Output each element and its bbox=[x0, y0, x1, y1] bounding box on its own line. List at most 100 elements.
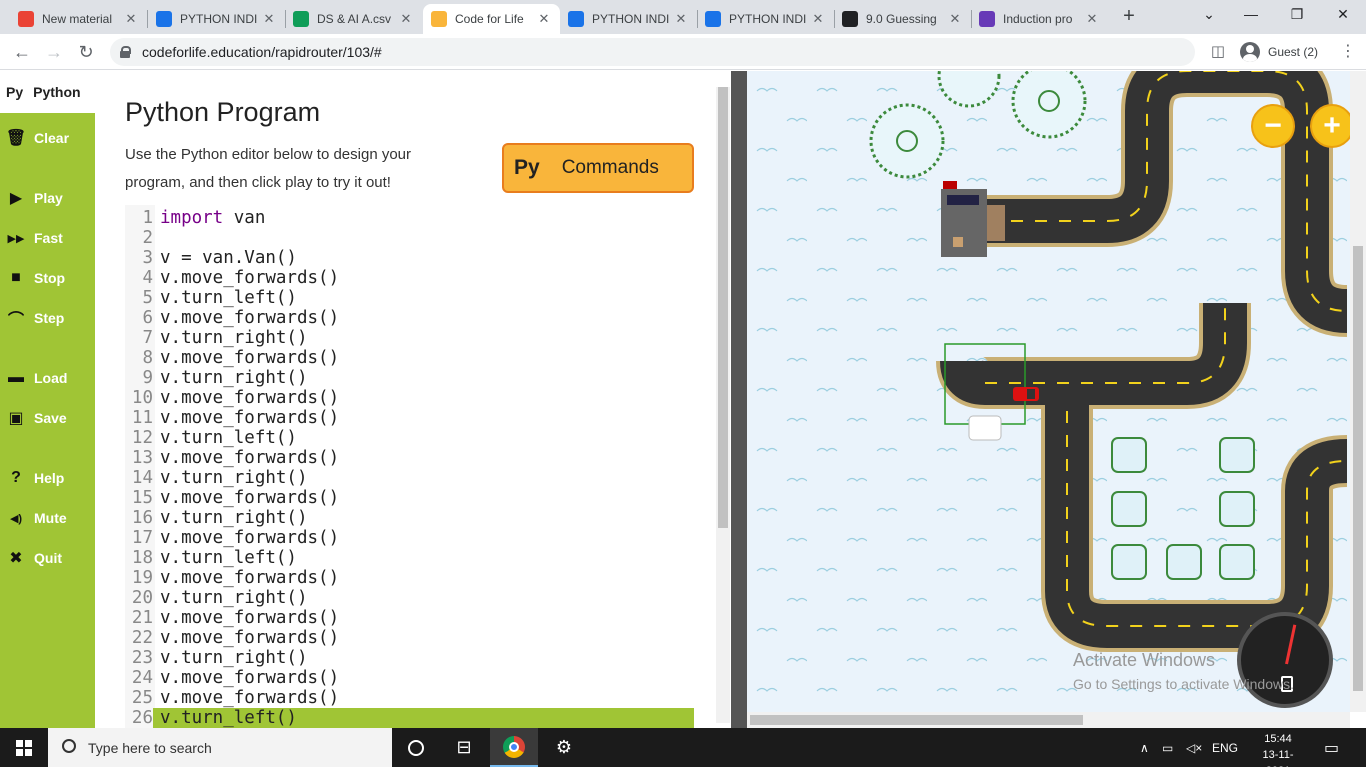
sidebar-item-label: Play bbox=[34, 190, 63, 206]
close-tab-icon[interactable]: ✕ bbox=[1084, 11, 1100, 27]
sidebar-item-save[interactable]: ▣ Save bbox=[6, 407, 67, 429]
code-line[interactable]: 17 v.move_forwards() bbox=[125, 528, 694, 548]
sidebar-item-fast[interactable]: ▶▶ Fast bbox=[6, 227, 63, 249]
reload-icon[interactable]: ↻ bbox=[74, 40, 98, 64]
code-line[interactable]: 19 v.move_forwards() bbox=[125, 568, 694, 588]
browser-tab[interactable]: PYTHON INDI ✕ bbox=[148, 4, 285, 34]
browser-tab[interactable]: 9.0 Guessing ✕ bbox=[834, 4, 971, 34]
close-window-icon[interactable]: ✕ bbox=[1320, 0, 1366, 30]
code-line[interactable]: 22 v.move_forwards() bbox=[125, 628, 694, 648]
settings-gear-icon[interactable]: ⚙ bbox=[540, 728, 588, 767]
code-line[interactable]: 5 v.turn_left() bbox=[125, 288, 694, 308]
sidebar-item-label: Save bbox=[34, 410, 67, 426]
page-title: Python Program bbox=[125, 97, 321, 127]
zoom-in-button[interactable]: + bbox=[1310, 104, 1350, 148]
code-line[interactable]: 6 v.move_forwards() bbox=[125, 308, 694, 328]
address-bar[interactable]: codeforlife.education/rapidrouter/103/# bbox=[110, 38, 1195, 66]
code-line[interactable]: 1 import van bbox=[125, 208, 694, 228]
menu-icon[interactable]: ⋮ bbox=[1336, 40, 1360, 64]
commands-button[interactable]: Py Commands bbox=[502, 143, 694, 193]
new-tab-icon[interactable]: + bbox=[1118, 6, 1140, 28]
cortana-icon[interactable] bbox=[392, 728, 440, 767]
sidebar-item-load[interactable]: ▬ Load bbox=[6, 367, 67, 389]
code-line[interactable]: 4 v.move_forwards() bbox=[125, 268, 694, 288]
browser-tab[interactable]: New material ✕ bbox=[10, 4, 147, 34]
sidebar: Py Python 🗑 Clear ▶ Play ▶▶ Fast ■ Stop ⌒ Step ▬ Lo… bbox=[0, 71, 95, 728]
code-line[interactable]: 18 v.turn_left() bbox=[125, 548, 694, 568]
maximize-icon[interactable]: ❐ bbox=[1274, 0, 1320, 30]
back-arrow-icon[interactable]: ← bbox=[10, 40, 34, 64]
browser-tab[interactable]: Induction pro ✕ bbox=[971, 4, 1108, 34]
sidebar-item-step[interactable]: ⌒ Step bbox=[6, 307, 64, 329]
code-line[interactable]: 7 v.turn_right() bbox=[125, 328, 694, 348]
chrome-taskbar-icon[interactable] bbox=[490, 728, 538, 767]
forward-arrow-icon[interactable]: → bbox=[42, 40, 66, 64]
code-line[interactable]: 21 v.move_forwards() bbox=[125, 608, 694, 628]
close-tab-icon[interactable]: ✕ bbox=[261, 11, 277, 27]
close-tab-icon[interactable]: ✕ bbox=[947, 11, 963, 27]
panel-divider[interactable] bbox=[731, 71, 747, 728]
close-tab-icon[interactable]: ✕ bbox=[123, 11, 139, 27]
game-map[interactable]: − + bbox=[747, 71, 1350, 712]
reading-mode-icon[interactable]: ◫ bbox=[1206, 40, 1230, 64]
code-line[interactable]: 9 v.turn_right() bbox=[125, 368, 694, 388]
close-tab-icon[interactable]: ✕ bbox=[536, 11, 552, 27]
map-horizontal-scrollbar[interactable] bbox=[747, 712, 1350, 728]
code-text: v.turn_right() bbox=[160, 648, 308, 668]
profile-button[interactable]: Guest (2) bbox=[1236, 39, 1328, 65]
zoom-out-button[interactable]: − bbox=[1251, 104, 1295, 148]
activate-windows-title: Activate Windows bbox=[1073, 650, 1216, 670]
line-number: 5 bbox=[142, 288, 153, 308]
code-line[interactable]: 26 v.turn_left() bbox=[125, 708, 694, 728]
line-number: 6 bbox=[142, 308, 153, 328]
close-tab-icon[interactable]: ✕ bbox=[673, 11, 689, 27]
code-line[interactable]: 3 v = van.Van() bbox=[125, 248, 694, 268]
code-line[interactable]: 16 v.turn_right() bbox=[125, 508, 694, 528]
code-line[interactable]: 10 v.move_forwards() bbox=[125, 388, 694, 408]
map-vertical-scrollbar[interactable] bbox=[1350, 71, 1366, 712]
code-line[interactable]: 11 v.move_forwards() bbox=[125, 408, 694, 428]
taskbar-search-box[interactable]: Type here to search bbox=[48, 728, 392, 767]
notifications-icon[interactable]: ▭ bbox=[1324, 728, 1339, 767]
code-line[interactable]: 2 bbox=[125, 228, 694, 248]
editor-scrollbar[interactable] bbox=[716, 87, 730, 723]
code-line[interactable]: 13 v.move_forwards() bbox=[125, 448, 694, 468]
code-editor[interactable]: 1 import van 2 3 v = van.Van() 4 v.move_forwar… bbox=[125, 205, 694, 728]
sidebar-item-stop[interactable]: ■ Stop bbox=[6, 267, 65, 289]
browser-tab[interactable]: PYTHON INDI ✕ bbox=[697, 4, 834, 34]
language-tab[interactable]: Py Python bbox=[0, 71, 95, 113]
tray-chevron-icon[interactable]: ∧ bbox=[1140, 728, 1149, 767]
start-button[interactable] bbox=[0, 728, 48, 767]
close-tab-icon[interactable]: ✕ bbox=[810, 11, 826, 27]
code-line[interactable]: 15 v.move_forwards() bbox=[125, 488, 694, 508]
sidebar-item-quit[interactable]: ✖ Quit bbox=[6, 547, 62, 569]
close-tab-icon[interactable]: ✕ bbox=[398, 11, 414, 27]
map-horizontal-scrollbar-thumb[interactable] bbox=[750, 715, 1083, 725]
code-line[interactable]: 24 v.move_forwards() bbox=[125, 668, 694, 688]
map-vertical-scrollbar-thumb[interactable] bbox=[1353, 246, 1363, 691]
code-line[interactable]: 23 v.turn_right() bbox=[125, 648, 694, 668]
code-line[interactable]: 25 v.move_forwards() bbox=[125, 688, 694, 708]
zoom-out-icon: − bbox=[1264, 109, 1282, 142]
browser-tab[interactable]: PYTHON INDI ✕ bbox=[560, 4, 697, 34]
code-line[interactable]: 14 v.turn_right() bbox=[125, 468, 694, 488]
minimize-icon[interactable]: — bbox=[1228, 0, 1274, 30]
task-view-icon[interactable]: ⊟ bbox=[440, 728, 488, 767]
volume-muted-icon[interactable]: ◁× bbox=[1186, 728, 1202, 767]
code-line[interactable]: 8 v.move_forwards() bbox=[125, 348, 694, 368]
editor-scrollbar-thumb[interactable] bbox=[718, 87, 728, 528]
code-text: v.turn_left() bbox=[160, 548, 297, 568]
clock[interactable]: 15:44 13-11-2021 bbox=[1252, 731, 1304, 779]
network-icon[interactable]: ▭ bbox=[1162, 728, 1173, 767]
tab-search-icon[interactable]: ⌄ bbox=[1186, 0, 1232, 30]
sidebar-item-play[interactable]: ▶ Play bbox=[6, 187, 63, 209]
sidebar-item-mute[interactable]: ◀) Mute bbox=[6, 507, 67, 529]
code-line[interactable]: 12 v.turn_left() bbox=[125, 428, 694, 448]
language-indicator[interactable]: ENG bbox=[1212, 728, 1238, 767]
sidebar-item-clear[interactable]: 🗑 Clear bbox=[6, 127, 69, 149]
browser-tab[interactable]: Code for Life ✕ bbox=[423, 4, 560, 34]
code-text: v.turn_left() bbox=[160, 428, 297, 448]
sidebar-item-help[interactable]: ? Help bbox=[6, 467, 64, 489]
browser-tab[interactable]: DS & AI A.csv ✕ bbox=[285, 4, 422, 34]
code-line[interactable]: 20 v.turn_right() bbox=[125, 588, 694, 608]
